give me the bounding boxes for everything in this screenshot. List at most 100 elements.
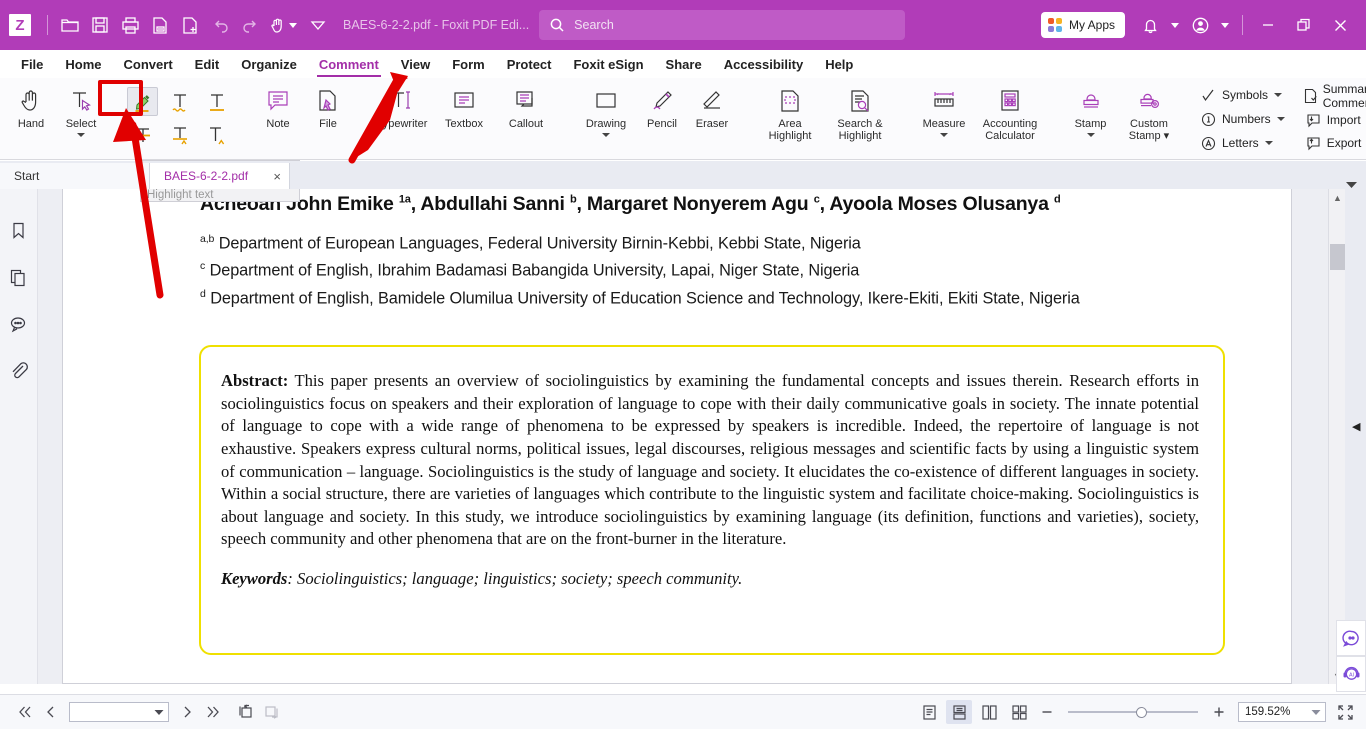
previous-page-button[interactable] <box>38 699 64 725</box>
my-apps-button[interactable]: My Apps <box>1041 12 1125 38</box>
export-comments-button[interactable]: Export <box>1303 132 1366 156</box>
next-view-button[interactable] <box>258 699 284 725</box>
open-folder-icon[interactable] <box>55 10 85 40</box>
pencil-button[interactable]: Pencil <box>637 82 687 130</box>
measure-dropdown-icon[interactable] <box>940 133 948 137</box>
tab-convert[interactable]: Convert <box>113 53 184 76</box>
last-page-button[interactable] <box>200 699 226 725</box>
abstract-highlight-box[interactable]: Abstract: This paper presents an overvie… <box>199 345 1225 655</box>
new-file-icon[interactable] <box>175 10 205 40</box>
account-avatar-icon[interactable] <box>1185 10 1215 40</box>
stamp-button[interactable]: Stamp <box>1063 82 1118 137</box>
letters-button[interactable]: Letters <box>1198 131 1273 155</box>
numbers-dropdown-icon[interactable] <box>1277 117 1285 121</box>
next-page-button[interactable] <box>174 699 200 725</box>
tab-close-icon[interactable]: × <box>273 169 281 184</box>
hand-tool-icon[interactable] <box>265 10 289 40</box>
tab-share[interactable]: Share <box>655 53 713 76</box>
page-thumbnails-icon[interactable] <box>4 262 34 292</box>
save-icon[interactable] <box>85 10 115 40</box>
fullscreen-button[interactable] <box>1332 699 1358 725</box>
measure-button[interactable]: Measure <box>913 82 975 137</box>
squiggly-underline-tool-button[interactable] <box>164 87 195 116</box>
file-attachment-button[interactable]: File <box>303 82 353 130</box>
account-dropdown-icon[interactable] <box>1221 23 1229 28</box>
print-preview-icon[interactable] <box>145 10 175 40</box>
tab-list-dropdown-icon[interactable] <box>1336 180 1366 189</box>
close-button[interactable] <box>1322 8 1358 42</box>
page-number-input[interactable] <box>69 702 169 722</box>
bookmark-icon[interactable] <box>4 215 34 245</box>
zoom-slider-handle[interactable] <box>1136 707 1147 718</box>
tab-file[interactable]: File <box>10 53 54 76</box>
undo-icon[interactable] <box>205 10 235 40</box>
restore-button[interactable] <box>1286 8 1322 42</box>
hand-tool-dropdown-icon[interactable] <box>289 23 297 28</box>
search-and-highlight-button[interactable]: Search & Highlight <box>825 82 895 142</box>
summarize-comments-button[interactable]: Summarize Comments <box>1303 83 1366 108</box>
eraser-button[interactable]: Eraser <box>687 82 737 130</box>
single-page-view-button[interactable] <box>916 700 942 724</box>
tab-organize[interactable]: Organize <box>230 53 308 76</box>
select-tool-button[interactable]: Select <box>56 82 106 137</box>
replace-text-tool-button[interactable] <box>164 120 195 149</box>
chat-support-button[interactable] <box>1336 620 1366 656</box>
tab-home[interactable]: Home <box>54 53 112 76</box>
document-viewport[interactable]: Acheoah John Emike 1a, Abdullahi Sanni b… <box>38 189 1328 684</box>
tab-view[interactable]: View <box>390 53 441 76</box>
customize-toolbar-icon[interactable] <box>303 10 333 40</box>
minimize-button[interactable] <box>1250 8 1286 42</box>
zoom-in-button[interactable] <box>1206 699 1232 725</box>
continuous-view-button[interactable] <box>946 700 972 724</box>
typewriter-button[interactable]: Typewriter <box>371 82 433 130</box>
zoom-dropdown-icon[interactable] <box>1311 709 1321 716</box>
tab-comment[interactable]: Comment <box>308 53 390 76</box>
insert-text-tool-button[interactable] <box>201 120 232 149</box>
scrollbar-thumb[interactable] <box>1330 244 1345 270</box>
numbers-button[interactable]: Numbers <box>1198 107 1285 131</box>
symbols-dropdown-icon[interactable] <box>1274 93 1282 97</box>
zoom-out-button[interactable] <box>1034 699 1060 725</box>
previous-view-button[interactable] <box>232 699 258 725</box>
tab-foxit-esign[interactable]: Foxit eSign <box>562 53 654 76</box>
drawing-dropdown-icon[interactable] <box>602 133 610 137</box>
select-dropdown-icon[interactable] <box>77 133 85 137</box>
app-logo-icon[interactable]: Z <box>0 10 40 40</box>
tab-start[interactable]: Start <box>0 163 150 189</box>
scroll-up-icon[interactable]: ▲ <box>1329 189 1346 206</box>
strikeout-tool-button[interactable] <box>127 120 158 149</box>
custom-stamp-dropdown-icon[interactable]: ▾ <box>1164 130 1170 142</box>
highlight-tool-button[interactable] <box>127 87 158 116</box>
two-page-continuous-view-button[interactable] <box>1006 700 1032 724</box>
zoom-level-input[interactable]: 159.52% <box>1238 702 1326 722</box>
zoom-slider[interactable] <box>1068 705 1198 719</box>
tab-form[interactable]: Form <box>441 53 496 76</box>
tab-document[interactable]: BAES-6-2-2.pdf × <box>150 163 290 189</box>
callout-button[interactable]: Callout <box>495 82 557 130</box>
tab-protect[interactable]: Protect <box>496 53 563 76</box>
comments-icon[interactable] <box>4 309 34 339</box>
stamp-dropdown-icon[interactable] <box>1087 133 1095 137</box>
letters-dropdown-icon[interactable] <box>1265 141 1273 145</box>
accounting-calculator-button[interactable]: Accounting Calculator <box>975 82 1045 142</box>
import-comments-button[interactable]: Import <box>1303 108 1361 132</box>
notifications-dropdown-icon[interactable] <box>1171 23 1179 28</box>
underline-tool-button[interactable] <box>201 87 232 116</box>
notifications-bell-icon[interactable] <box>1135 10 1165 40</box>
vertical-scrollbar[interactable]: ▲ ▼ <box>1328 189 1345 684</box>
custom-stamp-button[interactable]: Custom Stamp ▾ <box>1118 82 1180 142</box>
tab-edit[interactable]: Edit <box>184 53 231 76</box>
print-icon[interactable] <box>115 10 145 40</box>
tab-accessibility[interactable]: Accessibility <box>713 53 815 76</box>
search-input[interactable]: Search <box>539 10 905 40</box>
attachments-icon[interactable] <box>4 356 34 386</box>
note-button[interactable]: Note <box>253 82 303 130</box>
ai-assistant-button[interactable]: AI <box>1336 656 1366 692</box>
hand-tool-button[interactable]: Hand <box>6 82 56 130</box>
drawing-button[interactable]: Drawing <box>575 82 637 137</box>
textbox-button[interactable]: Textbox <box>433 82 495 130</box>
area-highlight-button[interactable]: Area Highlight <box>755 82 825 142</box>
page-dropdown-icon[interactable] <box>154 709 164 716</box>
symbols-button[interactable]: Symbols <box>1198 83 1282 107</box>
collapse-right-pane-icon[interactable]: ◀ <box>1352 420 1360 433</box>
